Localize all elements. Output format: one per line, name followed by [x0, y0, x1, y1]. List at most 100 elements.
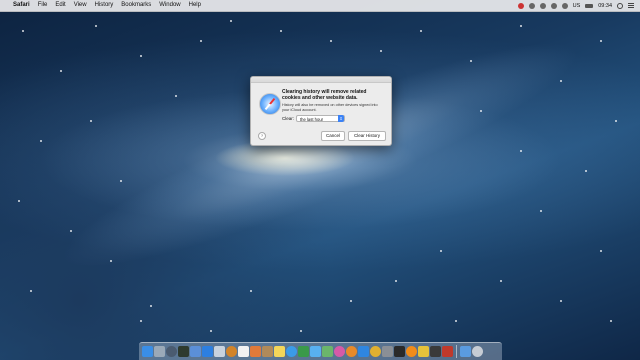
launchpad-icon[interactable]	[154, 346, 165, 357]
star	[470, 60, 472, 62]
star	[200, 40, 202, 42]
activity-monitor-icon[interactable]	[178, 346, 189, 357]
dock-separator	[456, 345, 457, 358]
app-dark-icon[interactable]	[430, 346, 441, 357]
messages-icon[interactable]	[310, 346, 321, 357]
help-button[interactable]: ?	[258, 132, 266, 140]
menu-view[interactable]: View	[74, 0, 87, 11]
cancel-button[interactable]: Cancel	[321, 131, 345, 141]
star	[610, 320, 612, 322]
ibooks-icon[interactable]	[346, 346, 357, 357]
star	[18, 200, 20, 202]
star	[90, 120, 92, 122]
star	[440, 250, 442, 252]
safari-icon[interactable]	[202, 346, 213, 357]
desktop-wallpaper	[0, 0, 640, 360]
maps-icon[interactable]	[322, 346, 333, 357]
galaxy-band	[43, 8, 597, 302]
star	[585, 170, 587, 172]
app-red-icon[interactable]	[442, 346, 453, 357]
mission-control-icon[interactable]	[166, 346, 177, 357]
star	[40, 140, 42, 142]
app-store-icon[interactable]	[286, 346, 297, 357]
star	[110, 260, 112, 262]
star	[520, 25, 522, 27]
menu-help[interactable]: Help	[189, 0, 201, 11]
star	[540, 210, 542, 212]
preview-icon[interactable]	[214, 346, 225, 357]
app-orange-icon[interactable]	[226, 346, 237, 357]
star	[480, 110, 482, 112]
system-icon[interactable]	[190, 346, 201, 357]
star	[500, 280, 502, 282]
battery-icon[interactable]	[585, 3, 594, 8]
clear-range-select[interactable]: the last hour ⇕	[296, 115, 345, 122]
chrome-icon[interactable]	[370, 346, 381, 357]
star	[150, 305, 152, 307]
star	[420, 30, 422, 32]
calendar-icon[interactable]	[238, 346, 249, 357]
star	[175, 95, 177, 97]
status-area: US 09:34	[517, 2, 634, 9]
contacts-icon[interactable]	[262, 346, 273, 357]
star	[560, 300, 562, 302]
menu-edit[interactable]: Edit	[55, 0, 65, 11]
menu-window[interactable]: Window	[159, 0, 180, 11]
star	[300, 330, 302, 332]
chevron-updown-icon: ⇕	[338, 115, 344, 122]
app-store-2-icon[interactable]	[358, 346, 369, 357]
star	[70, 230, 72, 232]
star	[330, 40, 332, 42]
notification-center-icon[interactable]	[628, 3, 634, 8]
star	[600, 250, 602, 252]
star	[250, 290, 252, 292]
time-machine-icon[interactable]	[528, 2, 535, 9]
app-yellow-icon[interactable]	[418, 346, 429, 357]
input-source-label[interactable]: US	[573, 3, 581, 9]
volume-icon[interactable]	[561, 2, 568, 9]
dialog-title: Clearing history will remove related coo…	[282, 89, 367, 101]
star	[120, 180, 122, 182]
menu-bar: Safari File Edit View History Bookmarks …	[0, 0, 640, 12]
star	[230, 20, 232, 22]
star	[600, 40, 602, 42]
star	[615, 120, 617, 122]
finder-icon[interactable]	[142, 346, 153, 357]
record-status-icon[interactable]	[517, 2, 524, 9]
star	[140, 55, 142, 57]
star	[520, 150, 522, 152]
facetime-icon[interactable]	[298, 346, 309, 357]
star	[455, 320, 457, 322]
downloads-icon[interactable]	[460, 346, 471, 357]
star	[210, 330, 212, 332]
star	[60, 70, 62, 72]
trash-icon[interactable]	[472, 346, 483, 357]
clock[interactable]: 09:34	[598, 3, 612, 9]
itunes-icon[interactable]	[334, 346, 345, 357]
vlc-icon[interactable]	[406, 346, 417, 357]
wifi-icon[interactable]	[550, 2, 557, 9]
clear-range-value: the last hour	[300, 117, 324, 122]
clear-history-button[interactable]: Clear History	[348, 131, 386, 141]
star	[350, 300, 352, 302]
menu-file[interactable]: File	[38, 0, 48, 11]
star	[395, 280, 397, 282]
menu-history[interactable]: History	[95, 0, 114, 11]
system-preferences-icon[interactable]	[382, 346, 393, 357]
spotlight-icon[interactable]	[617, 2, 623, 9]
star	[95, 25, 97, 27]
dock	[139, 342, 502, 360]
terminal-icon[interactable]	[394, 346, 405, 357]
menu-bookmarks[interactable]: Bookmarks	[121, 0, 151, 11]
clear-range-label: Clear:	[282, 116, 295, 121]
dialog-titlebar	[251, 77, 391, 83]
dialog-info-text: History will also be removed on other de…	[282, 103, 378, 112]
notes-icon[interactable]	[274, 346, 285, 357]
star	[140, 320, 142, 322]
star	[30, 290, 32, 292]
menu-app-safari[interactable]: Safari	[13, 0, 30, 11]
photos-icon[interactable]	[250, 346, 261, 357]
bluetooth-icon[interactable]	[539, 2, 546, 9]
safari-compass-icon	[259, 93, 281, 115]
star	[22, 30, 24, 32]
